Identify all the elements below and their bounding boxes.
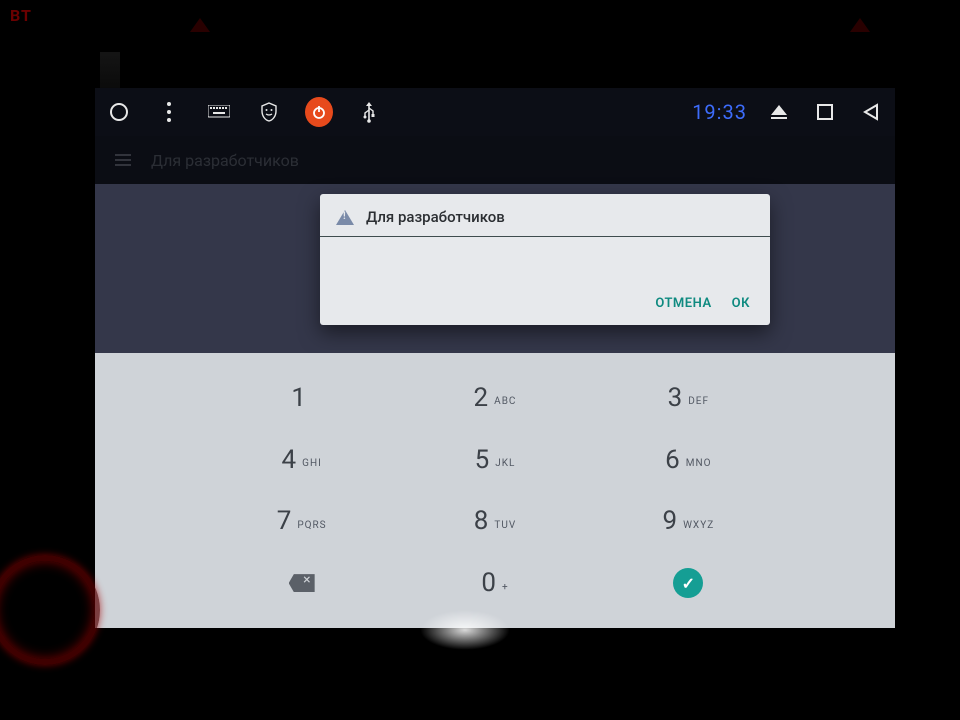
keyboard-icon[interactable] xyxy=(205,98,233,126)
menu-dots-icon[interactable] xyxy=(155,98,183,126)
usb-icon[interactable] xyxy=(355,98,383,126)
key-3[interactable]: 3DEF xyxy=(612,367,765,429)
square-nav-icon[interactable] xyxy=(811,98,839,126)
key-7[interactable]: 7PQRS xyxy=(225,491,378,553)
key-confirm[interactable] xyxy=(612,552,765,614)
head-unit-screen: 19:33 Для разработчиков Для разработчико… xyxy=(95,88,895,628)
dash-indicator xyxy=(100,52,120,92)
key-1[interactable]: 1 xyxy=(225,367,378,429)
eject-icon[interactable] xyxy=(765,98,793,126)
bt-label: BT xyxy=(10,6,32,25)
warning-icon xyxy=(336,210,354,225)
circle-icon[interactable] xyxy=(105,98,133,126)
key-backspace[interactable] xyxy=(225,552,378,614)
hamburger-icon[interactable] xyxy=(109,146,137,174)
ok-button[interactable]: ОК xyxy=(732,296,750,311)
power-button[interactable] xyxy=(305,98,333,126)
cancel-button[interactable]: ОТМЕНА xyxy=(655,296,711,311)
status-bar: 19:33 xyxy=(95,88,895,136)
hazard-indicator-right xyxy=(850,18,870,32)
key-6[interactable]: 6MNO xyxy=(612,429,765,491)
key-0[interactable]: 0+ xyxy=(418,552,571,614)
page-title: Для разработчиков xyxy=(151,151,299,170)
clock: 19:33 xyxy=(692,100,747,124)
dialog-input[interactable] xyxy=(320,236,770,286)
page-header: Для разработчиков xyxy=(95,136,895,184)
key-5[interactable]: 5JKL xyxy=(418,429,571,491)
back-nav-icon[interactable] xyxy=(857,98,885,126)
backspace-icon xyxy=(289,574,315,592)
numeric-keypad: 1 2ABC 3DEF 4GHI 5JKL 6MNO 7PQRS 8TUV 9W… xyxy=(95,353,895,628)
password-dialog: Для разработчиков ОТМЕНА ОК xyxy=(320,194,770,325)
key-9[interactable]: 9WXYZ xyxy=(612,491,765,553)
dialog-title: Для разработчиков xyxy=(366,208,505,226)
shield-icon[interactable] xyxy=(255,98,283,126)
key-2[interactable]: 2ABC xyxy=(418,367,571,429)
key-4[interactable]: 4GHI xyxy=(225,429,378,491)
hazard-indicator-left xyxy=(190,18,210,32)
check-icon xyxy=(673,568,703,598)
volume-knob[interactable] xyxy=(0,555,100,665)
key-8[interactable]: 8TUV xyxy=(418,491,571,553)
